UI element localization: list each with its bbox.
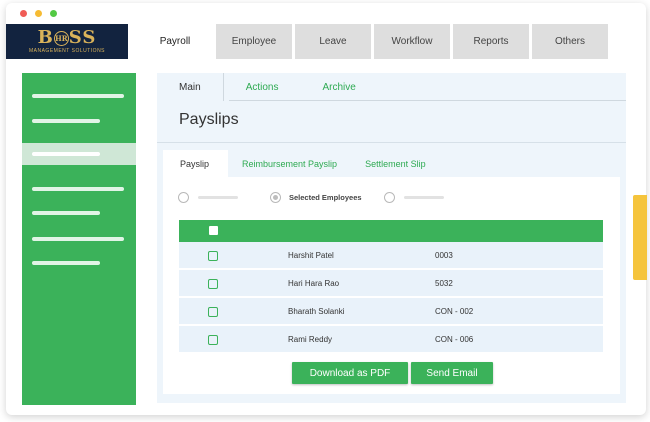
nav-tab-reports[interactable]: Reports: [453, 24, 529, 59]
payslip-tabs: Payslip Reimbursement Payslip Settlement…: [163, 150, 620, 177]
tab-divider: [229, 100, 626, 101]
nav-tab-leave[interactable]: Leave: [295, 24, 371, 59]
table-row: Harshit Patel 0003: [179, 242, 603, 269]
payslip-card: Payslip Reimbursement Payslip Settlement…: [163, 150, 620, 394]
maximize-dot[interactable]: [50, 10, 57, 17]
page-title: Payslips: [179, 111, 239, 128]
row-checkbox[interactable]: [208, 279, 218, 289]
sidebar-item[interactable]: [22, 178, 136, 200]
tab-reimbursement-payslip[interactable]: Reimbursement Payslip: [228, 150, 351, 177]
sidebar-item[interactable]: [22, 110, 136, 132]
employee-name: Bharath Solanki: [288, 307, 345, 316]
radio-option-1[interactable]: [178, 191, 189, 203]
employee-filter-radios: Selected Employees: [178, 191, 444, 203]
tab-main[interactable]: Main: [157, 73, 224, 101]
sidebar-item[interactable]: [22, 85, 136, 107]
close-dot[interactable]: [20, 10, 27, 17]
sidebar-item-placeholder: [32, 211, 100, 215]
nav-tab-others[interactable]: Others: [532, 24, 608, 59]
table-header: [179, 220, 603, 242]
main-panel: Main Actions Archive Payslips Payslip Re…: [157, 73, 626, 403]
radio-selected-employees-label: Selected Employees: [289, 192, 362, 202]
logo-tagline: MANAGEMENT SOLUTIONS: [28, 48, 106, 54]
tab-actions[interactable]: Actions: [224, 73, 301, 101]
row-checkbox[interactable]: [208, 335, 218, 345]
employee-name: Hari Hara Rao: [288, 279, 340, 288]
table-row: Bharath Solanki CON - 002: [179, 298, 603, 325]
radio-option-3[interactable]: [383, 191, 395, 203]
minimize-dot[interactable]: [35, 10, 42, 17]
nav-tab-payroll[interactable]: Payroll: [137, 24, 213, 59]
tab-payslip[interactable]: Payslip: [163, 150, 229, 177]
tab-settlement-slip[interactable]: Settlement Slip: [351, 150, 440, 177]
download-pdf-button[interactable]: Download as PDF: [292, 362, 408, 384]
tab-archive[interactable]: Archive: [300, 73, 377, 101]
employee-code: 5032: [435, 279, 453, 288]
table-row: Rami Reddy CON - 006: [179, 326, 603, 353]
radio-option-3-label-placeholder: [403, 195, 444, 199]
sidebar-item[interactable]: [22, 252, 136, 274]
employee-code: CON - 006: [435, 335, 474, 344]
logo-brand: BHRSS: [37, 27, 97, 48]
side-feedback-tab[interactable]: [633, 195, 647, 280]
radio-selected-employees[interactable]: [270, 191, 281, 203]
sidebar-item-placeholder: [32, 119, 100, 123]
logo-hr-seal: HR: [53, 31, 69, 46]
sidebar-item-placeholder: [32, 187, 124, 191]
sidebar-item[interactable]: [22, 228, 136, 250]
employee-code: 0003: [435, 251, 453, 260]
title-divider: [157, 142, 626, 143]
radio-option-1-label-placeholder: [198, 195, 238, 199]
sidebar-item[interactable]: [22, 202, 136, 224]
sidebar: [22, 73, 136, 405]
sidebar-item-placeholder: [32, 237, 124, 241]
sidebar-item-active[interactable]: [22, 143, 136, 165]
employee-code: CON - 002: [435, 307, 474, 316]
sidebar-item-placeholder: [32, 152, 100, 156]
table-row: Hari Hara Rao 5032: [179, 270, 603, 297]
sidebar-item-placeholder: [32, 261, 100, 265]
send-email-button[interactable]: Send Email: [411, 362, 493, 384]
sidebar-item-placeholder: [32, 94, 124, 98]
app-window: BHRSS MANAGEMENT SOLUTIONS Payroll Emplo…: [6, 3, 646, 415]
nav-tab-employee[interactable]: Employee: [216, 24, 292, 59]
select-all-checkbox[interactable]: [209, 226, 218, 235]
top-navigation: Payroll Employee Leave Workflow Reports …: [137, 24, 608, 59]
nav-tab-workflow[interactable]: Workflow: [374, 24, 450, 59]
row-checkbox[interactable]: [208, 251, 218, 261]
employee-name: Rami Reddy: [288, 335, 333, 344]
window-controls: [20, 10, 57, 17]
main-tabs: Main Actions Archive: [157, 73, 378, 101]
employee-name: Harshit Patel: [288, 251, 334, 260]
row-checkbox[interactable]: [208, 307, 218, 317]
company-logo: BHRSS MANAGEMENT SOLUTIONS: [6, 24, 128, 59]
